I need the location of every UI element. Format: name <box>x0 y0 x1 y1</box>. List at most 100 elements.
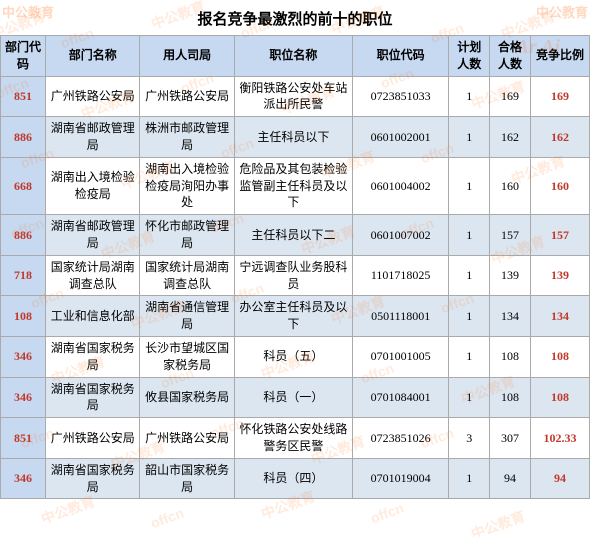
cell-dept-name: 湖南省国家税务局 <box>46 458 140 499</box>
cell-position: 衡阳铁路公安处车站派出所民警 <box>234 76 352 117</box>
cell-plan: 1 <box>449 336 490 377</box>
cell-position: 科员（五） <box>234 336 352 377</box>
th-plan: 计划人数 <box>449 36 490 77</box>
cell-qualified: 94 <box>490 458 531 499</box>
th-yongrensi: 用人司局 <box>140 36 234 77</box>
cell-ratio: 162 <box>530 117 589 158</box>
cell-ratio: 169 <box>530 76 589 117</box>
cell-pos-code: 0701084001 <box>352 377 449 418</box>
cell-pos-code: 0601007002 <box>352 215 449 256</box>
cell-dept-code: 668 <box>1 157 46 214</box>
th-dept-code: 部门代码 <box>1 36 46 77</box>
cell-yongrensi: 国家统计局湖南调查总队 <box>140 255 234 296</box>
cell-qualified: 108 <box>490 377 531 418</box>
th-position: 职位名称 <box>234 36 352 77</box>
cell-yongrensi: 株洲市邮政管理局 <box>140 117 234 158</box>
cell-pos-code: 0501118001 <box>352 296 449 337</box>
cell-plan: 1 <box>449 157 490 214</box>
table-row: 886湖南省邮政管理局怀化市邮政管理局主任科员以下二06010070021157… <box>1 215 590 256</box>
cell-pos-code: 0701001005 <box>352 336 449 377</box>
cell-yongrensi: 韶山市国家税务局 <box>140 458 234 499</box>
cell-ratio: 102.33 <box>530 418 589 459</box>
cell-dept-name: 国家统计局湖南调查总队 <box>46 255 140 296</box>
cell-plan: 1 <box>449 377 490 418</box>
cell-pos-code: 1101718025 <box>352 255 449 296</box>
table-row: 346湖南省国家税务局攸县国家税务局科员（一）07010840011108108 <box>1 377 590 418</box>
cell-position: 办公室主任科员及以下 <box>234 296 352 337</box>
cell-qualified: 157 <box>490 215 531 256</box>
th-pos-code: 职位代码 <box>352 36 449 77</box>
table-row: 108工业和信息化部湖南省通信管理局办公室主任科员及以下050111800111… <box>1 296 590 337</box>
cell-dept-code: 718 <box>1 255 46 296</box>
table-header: 部门代码 部门名称 用人司局 职位名称 职位代码 计划人数 合格人数 竞争比例 <box>1 36 590 77</box>
cell-dept-code: 346 <box>1 458 46 499</box>
th-qualified: 合格人数 <box>490 36 531 77</box>
cell-dept-code: 851 <box>1 76 46 117</box>
cell-dept-name: 湖南省邮政管理局 <box>46 117 140 158</box>
cell-dept-code: 346 <box>1 336 46 377</box>
table-row: 851广州铁路公安局广州铁路公安局衡阳铁路公安处车站派出所民警072385103… <box>1 76 590 117</box>
page-title: 报名竞争最激烈的前十的职位 <box>0 0 590 35</box>
cell-ratio: 139 <box>530 255 589 296</box>
table-row: 668湖南出入境检验检疫局湖南出入境检验检疫局洵阳办事处危险品及其包装检验监管副… <box>1 157 590 214</box>
cell-qualified: 108 <box>490 336 531 377</box>
th-dept-name: 部门名称 <box>46 36 140 77</box>
cell-ratio: 108 <box>530 377 589 418</box>
table-row: 886湖南省邮政管理局株洲市邮政管理局主任科员以下060100200111621… <box>1 117 590 158</box>
cell-ratio: 157 <box>530 215 589 256</box>
cell-dept-code: 346 <box>1 377 46 418</box>
cell-yongrensi: 怀化市邮政管理局 <box>140 215 234 256</box>
cell-qualified: 307 <box>490 418 531 459</box>
cell-pos-code: 0723851033 <box>352 76 449 117</box>
cell-dept-name: 广州铁路公安局 <box>46 418 140 459</box>
cell-dept-name: 湖南出入境检验检疫局 <box>46 157 140 214</box>
cell-qualified: 160 <box>490 157 531 214</box>
cell-dept-code: 108 <box>1 296 46 337</box>
cell-yongrensi: 广州铁路公安局 <box>140 418 234 459</box>
cell-plan: 1 <box>449 117 490 158</box>
cell-pos-code: 0701019004 <box>352 458 449 499</box>
cell-plan: 1 <box>449 296 490 337</box>
cell-yongrensi: 长沙市望城区国家税务局 <box>140 336 234 377</box>
cell-yongrensi: 广州铁路公安局 <box>140 76 234 117</box>
cell-dept-name: 湖南省国家税务局 <box>46 336 140 377</box>
cell-pos-code: 0723851026 <box>352 418 449 459</box>
cell-plan: 1 <box>449 76 490 117</box>
table-row: 346湖南省国家税务局韶山市国家税务局科员（四）070101900419494 <box>1 458 590 499</box>
table-body: 851广州铁路公安局广州铁路公安局衡阳铁路公安处车站派出所民警072385103… <box>1 76 590 499</box>
cell-qualified: 134 <box>490 296 531 337</box>
cell-position: 宁远调查队业务股科员 <box>234 255 352 296</box>
cell-dept-name: 湖南省邮政管理局 <box>46 215 140 256</box>
table-row: 718国家统计局湖南调查总队国家统计局湖南调查总队宁远调查队业务股科员11017… <box>1 255 590 296</box>
cell-qualified: 139 <box>490 255 531 296</box>
cell-pos-code: 0601002001 <box>352 117 449 158</box>
cell-position: 主任科员以下二 <box>234 215 352 256</box>
cell-position: 科员（一） <box>234 377 352 418</box>
cell-position: 科员（四） <box>234 458 352 499</box>
cell-dept-name: 湖南省国家税务局 <box>46 377 140 418</box>
cell-plan: 3 <box>449 418 490 459</box>
table-row: 851广州铁路公安局广州铁路公安局怀化铁路公安处线路警务区民警072385102… <box>1 418 590 459</box>
cell-ratio: 108 <box>530 336 589 377</box>
cell-plan: 1 <box>449 255 490 296</box>
cell-plan: 1 <box>449 215 490 256</box>
competition-table: 部门代码 部门名称 用人司局 职位名称 职位代码 计划人数 合格人数 竞争比例 … <box>0 35 590 499</box>
cell-pos-code: 0601004002 <box>352 157 449 214</box>
cell-ratio: 160 <box>530 157 589 214</box>
cell-dept-name: 工业和信息化部 <box>46 296 140 337</box>
cell-yongrensi: 湖南省通信管理局 <box>140 296 234 337</box>
cell-dept-name: 广州铁路公安局 <box>46 76 140 117</box>
cell-position: 主任科员以下 <box>234 117 352 158</box>
cell-ratio: 134 <box>530 296 589 337</box>
cell-qualified: 169 <box>490 76 531 117</box>
cell-yongrensi: 攸县国家税务局 <box>140 377 234 418</box>
cell-ratio: 94 <box>530 458 589 499</box>
cell-position: 危险品及其包装检验监管副主任科员及以下 <box>234 157 352 214</box>
cell-qualified: 162 <box>490 117 531 158</box>
cell-dept-code: 851 <box>1 418 46 459</box>
cell-dept-code: 886 <box>1 215 46 256</box>
cell-plan: 1 <box>449 458 490 499</box>
table-row: 346湖南省国家税务局长沙市望城区国家税务局科员（五）0701001005110… <box>1 336 590 377</box>
cell-position: 怀化铁路公安处线路警务区民警 <box>234 418 352 459</box>
cell-yongrensi: 湖南出入境检验检疫局洵阳办事处 <box>140 157 234 214</box>
